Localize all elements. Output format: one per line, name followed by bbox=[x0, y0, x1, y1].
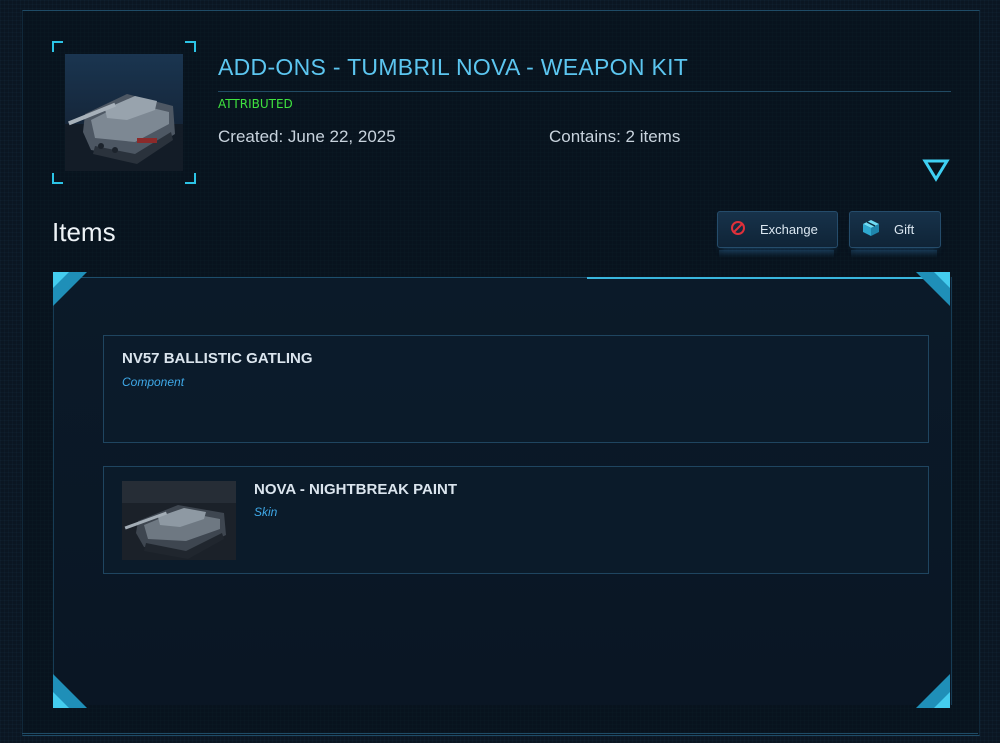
created-date: Created: June 22, 2025 bbox=[218, 127, 396, 146]
gift-box-icon bbox=[862, 219, 880, 241]
corner-bracket bbox=[52, 41, 63, 52]
items-heading: Items bbox=[52, 217, 116, 247]
item-count: Contains: 2 items bbox=[549, 127, 681, 146]
pledge-title: ADD-ONS - TUMBRIL NOVA - WEAPON KIT bbox=[218, 54, 689, 80]
status-badge: ATTRIBUTED bbox=[218, 97, 293, 111]
button-reflection bbox=[851, 250, 937, 258]
corner-decoration bbox=[53, 674, 87, 708]
items-container-highlight bbox=[587, 277, 947, 279]
exchange-label: Exchange bbox=[760, 222, 818, 237]
corner-bracket bbox=[185, 41, 196, 52]
exchange-button[interactable]: Exchange bbox=[717, 211, 838, 248]
list-item[interactable]: NV57 BALLISTIC GATLING Component bbox=[103, 335, 929, 443]
item-type: Component bbox=[122, 375, 185, 389]
corner-bracket bbox=[185, 173, 196, 184]
triangle-down-icon bbox=[922, 159, 950, 182]
corner-decoration bbox=[916, 674, 950, 708]
item-name: NOVA - NIGHTBREAK PAINT bbox=[254, 481, 458, 498]
corner-decoration bbox=[916, 272, 950, 306]
item-name: NV57 BALLISTIC GATLING bbox=[122, 350, 313, 367]
panel-bottom-border bbox=[22, 733, 978, 734]
corner-bracket bbox=[52, 173, 63, 184]
tank-vehicle-image bbox=[122, 481, 236, 560]
expand-toggle[interactable] bbox=[922, 157, 950, 183]
pledge-thumbnail bbox=[52, 41, 196, 184]
item-type: Skin bbox=[254, 505, 278, 519]
button-reflection bbox=[719, 250, 834, 258]
no-entry-icon bbox=[730, 220, 746, 240]
tank-vehicle-image bbox=[65, 54, 183, 171]
corner-decoration bbox=[53, 272, 87, 306]
list-item[interactable]: NOVA - NIGHTBREAK PAINT Skin bbox=[103, 466, 929, 574]
title-divider bbox=[218, 91, 951, 92]
gift-label: Gift bbox=[894, 222, 915, 237]
gift-button[interactable]: Gift bbox=[849, 211, 941, 248]
